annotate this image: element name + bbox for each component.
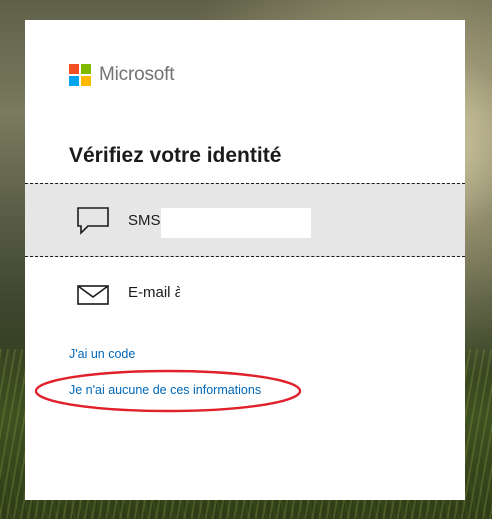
have-code-link[interactable]: J'ai un code bbox=[69, 347, 135, 361]
page-title: Vérifiez votre identité bbox=[69, 144, 282, 167]
logo-square-yellow bbox=[81, 76, 91, 86]
chat-bubble-icon bbox=[77, 207, 109, 235]
sign-in-card: Microsoft Vérifiez votre identité SMS E-… bbox=[25, 20, 465, 500]
logo-square-green bbox=[81, 64, 91, 74]
option-email[interactable]: E-mail à bbox=[25, 257, 465, 329]
redacted-phone-number bbox=[161, 208, 311, 238]
option-sms-label: SMS bbox=[128, 212, 161, 229]
microsoft-logo: Microsoft bbox=[69, 64, 174, 86]
logo-square-red bbox=[69, 64, 79, 74]
envelope-icon bbox=[77, 285, 109, 305]
logo-square-blue bbox=[69, 76, 79, 86]
option-sms[interactable]: SMS bbox=[25, 183, 465, 257]
option-email-label: E-mail à bbox=[128, 284, 180, 301]
no-info-link[interactable]: Je n'ai aucune de ces informations bbox=[69, 383, 261, 397]
brand-name: Microsoft bbox=[99, 64, 175, 85]
microsoft-logo-icon bbox=[69, 64, 91, 86]
